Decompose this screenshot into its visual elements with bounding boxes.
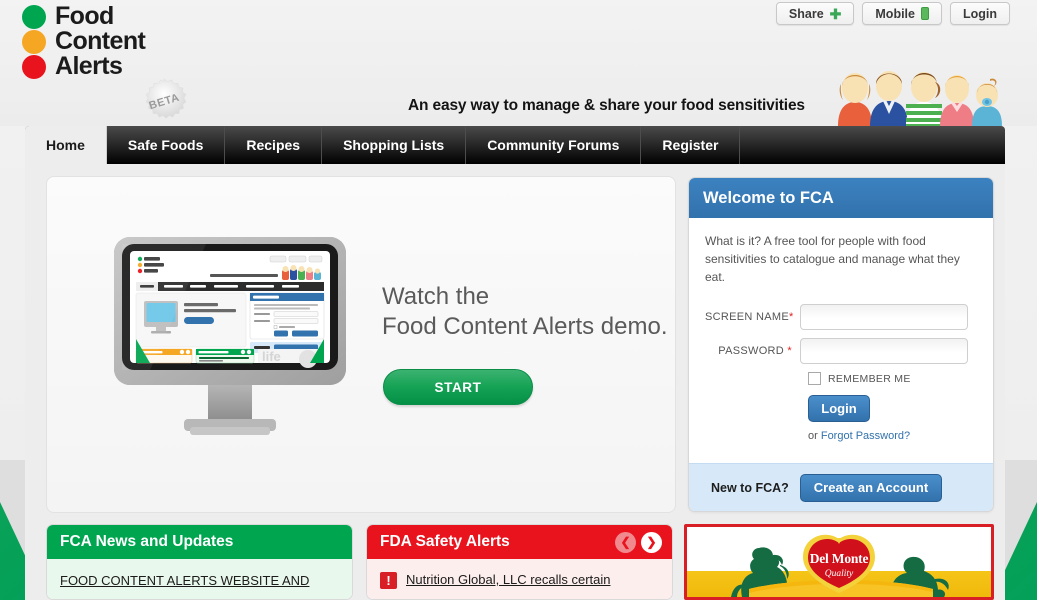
create-account-button[interactable]: Create an Account [799,473,943,502]
svg-text:Del Monte: Del Monte [810,551,869,566]
welcome-panel-body: What is it? A free tool for people with … [689,218,993,442]
mobile-button-label: Mobile [875,6,915,21]
remember-me-row: REMEMBER ME [808,372,977,385]
logo-dot-orange [22,29,46,54]
svg-text:life: life [262,349,281,364]
hero-heading-line2: Food Content Alerts demo. [382,313,668,340]
header-top-buttons: Share ✚ Mobile Login [775,2,1010,25]
header-tagline: An easy way to manage & share your food … [408,97,805,114]
fda-alerts-header: FDA Safety Alerts ❮ ❯ [367,525,672,559]
logo-row-food: Food [22,4,145,29]
nav-item-register[interactable]: Register [641,126,741,164]
share-button-label: Share [788,6,824,21]
nav-item-recipes[interactable]: Recipes [225,126,323,164]
fca-news-headline-link[interactable]: FOOD CONTENT ALERTS WEBSITE AND [60,573,309,588]
logo-word-food: Food [55,2,114,30]
screen-name-row: SCREEN NAME* [705,304,977,330]
required-asterisk: * [787,345,792,357]
remember-me-label: REMEMBER ME [828,372,911,385]
site-logo[interactable]: Food Content Alerts [22,4,146,79]
main-navigation: Home Safe Foods Recipes Shopping Lists C… [25,126,1005,164]
svg-text:Quality: Quality [825,569,854,579]
logo-dot-green [22,4,46,29]
logo-row-alerts: Alerts [22,54,145,79]
fda-alerts-arrows: ❮ ❯ [615,531,662,553]
chevron-left-icon[interactable]: ❮ [615,531,636,553]
password-label-text: PASSWORD [718,345,785,357]
page-root: Food Content Alerts BETA An easy way to … [0,0,1037,600]
nav-item-shopping-lists[interactable]: Shopping Lists [322,126,467,164]
fca-news-title: FCA News and Updates [47,525,352,559]
hero-panel: life Watch the Food Content Alerts demo.… [46,176,676,513]
site-header: Food Content Alerts BETA An easy way to … [0,0,1037,126]
family-group-icon [838,71,1002,126]
fda-alert-headline-link[interactable]: Nutrition Global, LLC recalls certain [406,572,610,588]
del-monte-ad: Del Monte Quality [687,527,991,597]
logo-dot-red [22,54,46,79]
nav-item-safe-foods[interactable]: Safe Foods [107,126,226,164]
password-input[interactable] [800,338,968,364]
mobile-button[interactable]: Mobile [862,2,942,25]
exclamation-icon: ! [380,572,397,589]
advertisement-panel[interactable]: Del Monte Quality [684,524,994,600]
fca-news-body: FOOD CONTENT ALERTS WEBSITE AND [47,559,352,599]
welcome-panel-title: Welcome to FCA [689,178,993,218]
screen-name-input[interactable] [800,304,968,330]
logo-word-content: Content [55,27,146,55]
forgot-password-row: or Forgot Password? [808,430,977,442]
logo-row-content: Content [22,27,146,55]
chevron-right-icon[interactable]: ❯ [641,531,662,553]
login-submit-button[interactable]: Login [808,395,870,422]
password-row: PASSWORD * [705,338,977,364]
start-demo-button[interactable]: START [383,369,533,405]
login-button-header[interactable]: Login [949,2,1010,25]
screen-name-label: SCREEN NAME* [705,311,800,323]
del-monte-ad-art: Del Monte Quality [731,534,949,597]
password-label: PASSWORD * [705,345,800,357]
plus-icon: ✚ [829,5,842,22]
required-asterisk: * [788,311,794,323]
welcome-panel: Welcome to FCA What is it? A free tool f… [688,177,994,512]
screen-name-label-text: SCREEN NAME [705,311,789,323]
hero-heading-line1: Watch the [382,283,490,310]
new-to-fca-label: New to FCA? [711,480,789,495]
phone-icon [920,7,929,20]
new-to-fca-bar: New to FCA? Create an Account [689,463,993,511]
logo-word-alerts: Alerts [55,52,123,80]
main-content: life Watch the Food Content Alerts demo.… [25,164,1005,600]
hero-heading: Watch the Food Content Alerts demo. [382,282,668,342]
beta-badge-icon: BETA [145,78,187,119]
login-button-header-label: Login [962,6,997,21]
forgot-password-link[interactable]: Forgot Password? [821,430,910,442]
desktop-monitor-icon[interactable]: life [110,237,350,465]
remember-me-checkbox[interactable] [808,372,821,385]
fda-alerts-panel: FDA Safety Alerts ❮ ❯ ! Nutrition Global… [366,524,673,600]
fda-alerts-title: FDA Safety Alerts [380,533,510,550]
share-button[interactable]: Share ✚ [775,2,855,25]
fda-alerts-body: ! Nutrition Global, LLC recalls certain [367,559,672,599]
nav-item-community-forums[interactable]: Community Forums [466,126,642,164]
welcome-description: What is it? A free tool for people with … [705,234,960,284]
forgot-prefix: or [808,430,821,442]
nav-item-home[interactable]: Home [25,126,107,164]
fca-news-panel: FCA News and Updates FOOD CONTENT ALERTS… [46,524,353,600]
